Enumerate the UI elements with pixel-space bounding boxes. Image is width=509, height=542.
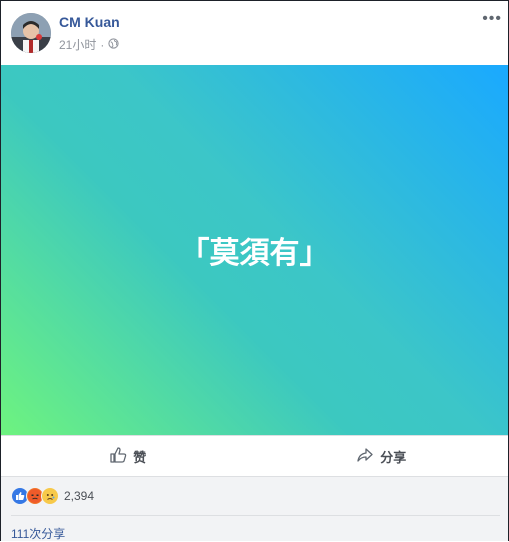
share-arrow-icon — [356, 446, 374, 467]
share-button[interactable]: 分享 — [255, 436, 509, 476]
post-header: CM Kuan 21小时 · ••• — [1, 1, 508, 65]
reaction-summary[interactable]: 2,394 — [11, 487, 94, 505]
share-label: 分享 — [380, 449, 407, 465]
like-label: 赞 — [133, 449, 147, 465]
more-options-icon[interactable]: ••• — [482, 11, 502, 27]
author-avatar[interactable] — [11, 13, 51, 53]
globe-icon[interactable] — [108, 37, 119, 52]
post-actions: 赞 分享 — [1, 435, 508, 476]
post-meta: 21小时 · — [59, 36, 119, 53]
author-name[interactable]: CM Kuan — [59, 14, 120, 30]
like-button[interactable]: 赞 — [1, 436, 255, 476]
post-background[interactable]: 「莫須有」 — [1, 65, 508, 435]
feed-post: CM Kuan 21小时 · ••• 「莫須有」 赞 分享 2,394 111次… — [0, 0, 509, 541]
avatar-image — [11, 13, 51, 53]
footer-divider — [11, 515, 500, 516]
share-count[interactable]: 111次分享 — [11, 525, 65, 542]
engagement-footer: 2,394 111次分享 — [1, 476, 508, 541]
reaction-count[interactable]: 2,394 — [64, 489, 94, 503]
thumbs-up-icon — [109, 446, 127, 467]
sad-reaction-icon — [41, 487, 59, 505]
post-timestamp[interactable]: 21小时 — [59, 36, 96, 53]
meta-separator: · — [100, 37, 105, 52]
post-text: 「莫須有」 — [179, 236, 330, 271]
